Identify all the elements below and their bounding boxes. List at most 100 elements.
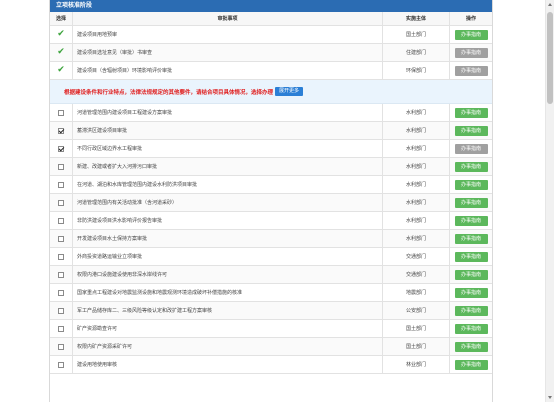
row-checkbox[interactable] [58,235,64,242]
select-cell: ✔ [50,26,73,43]
table-row: 河道管理范围内建设项目工程建设方案审批 水利部门 办事指南 [50,104,492,122]
row-checkbox[interactable] [58,307,64,314]
guide-button[interactable]: 办事指南 [454,65,488,76]
guide-button[interactable]: 办事指南 [454,179,488,190]
table-row: 外商投资道路运输业立项审批 交通部门 办事指南 [50,248,492,266]
operation-cell: 办事指南 [450,26,492,43]
subject-cell: 地震部门 [383,284,450,301]
header-subject: 实施主体 [383,12,450,25]
scroll-down-arrow-icon[interactable] [548,396,552,399]
table-row: 新建、改建或者扩大入河排污口审批 水利部门 办事指南 [50,158,492,176]
guide-button[interactable]: 办事指南 [454,251,488,262]
row-checkbox[interactable] [58,109,64,116]
guide-button[interactable]: 办事指南 [454,341,488,352]
row-checkbox[interactable] [58,343,64,350]
matter-cell: 新建、改建或者扩大入河排污口审批 [73,158,383,175]
operation-cell: 办事指南 [450,230,492,247]
select-cell [50,140,73,157]
table-row: 在河道、湖泊和水库管理范围内建设水利防洪项目审批 水利部门 办事指南 [50,176,492,194]
operation-cell: 办事指南 [450,320,492,337]
row-checkbox[interactable] [58,181,64,188]
row-checkbox[interactable] [58,199,64,206]
table-row: 河道管理范围内有关活动批准（含河道采砂） 水利部门 办事指南 [50,194,492,212]
operation-cell: 办事指南 [450,266,492,283]
matter-cell: 外商投资道路运输业立项审批 [73,248,383,265]
guide-button[interactable]: 办事指南 [454,29,488,40]
vertical-scrollbar[interactable] [545,0,554,402]
required-rows: ✔ 建设项目用地预审 国土部门 办事指南 ✔ 建设项目选址意见（审批）书审查 住建部门 办事指… [50,26,492,80]
guide-button[interactable]: 办事指南 [454,269,488,280]
subject-cell: 环保部门 [383,62,450,79]
guide-button[interactable]: 办事指南 [454,125,488,136]
header-select: 选择 [50,12,73,25]
operation-cell: 办事指南 [450,44,492,61]
subject-cell: 住建部门 [383,44,450,61]
operation-cell: 办事指南 [450,248,492,265]
table-row: ✔ 建设项目用地预审 国土部门 办事指南 [50,26,492,44]
operation-cell: 办事指南 [450,104,492,121]
subject-cell: 水利部门 [383,212,450,229]
guide-button[interactable]: 办事指南 [454,47,488,58]
matter-cell: 河道管理范围内建设项目工程建设方案审批 [73,104,383,121]
matter-cell: 蓄滞洪区建设项目审批 [73,122,383,139]
row-checkbox[interactable] [58,127,64,134]
row-checkbox[interactable] [58,289,64,296]
table-row: 建设用地使用审核 林业部门 办事指南 [50,356,492,374]
check-mark-icon: ✔ [57,29,65,39]
select-cell [50,284,73,301]
subject-cell: 公安部门 [383,302,450,319]
subject-cell: 水利部门 [383,158,450,175]
subject-cell: 水利部门 [383,194,450,211]
subject-cell: 水利部门 [383,140,450,157]
scroll-thumb[interactable] [547,12,553,104]
matter-cell: 权限内港口设施建设使用非深水岸线许可 [73,266,383,283]
guide-button[interactable]: 办事指南 [454,287,488,298]
matter-cell: 矿产资源勘查许可 [73,320,383,337]
operation-cell: 办事指南 [450,284,492,301]
row-checkbox[interactable] [58,361,64,368]
select-cell [50,158,73,175]
subject-cell: 水利部门 [383,104,450,121]
guide-button[interactable]: 办事指南 [454,143,488,154]
row-checkbox[interactable] [58,271,64,278]
guide-button[interactable]: 办事指南 [454,305,488,316]
notice-text: 根据建设条件和行业特点，法律法规规定的其他要件，请结合项目具体情况，选择办理 [64,89,274,96]
guide-button[interactable]: 办事指南 [454,233,488,244]
matter-cell: 军工产品储存库二、三级风险等级认定和改扩建工程方案审核 [73,302,383,319]
header-matter: 审批事项 [73,12,383,25]
check-mark-icon: ✔ [57,47,65,57]
select-cell [50,230,73,247]
scroll-up-arrow-icon[interactable] [548,3,552,6]
guide-button[interactable]: 办事指南 [454,323,488,334]
select-cell [50,302,73,319]
operation-cell: 办事指南 [450,176,492,193]
approval-panel: 立项核准阶段 选择 审批事项 实施主体 操作 ✔ 建设项目用地预审 国土部门 办事指南… [49,0,493,402]
select-cell [50,212,73,229]
guide-button[interactable]: 办事指南 [454,197,488,208]
select-cell: ✔ [50,62,73,79]
row-checkbox[interactable] [58,163,64,170]
row-checkbox[interactable] [58,217,64,224]
guide-button[interactable]: 办事指南 [454,215,488,226]
select-cell [50,320,73,337]
table-row: 不同行政区域边界水工程审批 水利部门 办事指南 [50,140,492,158]
subject-cell: 水利部门 [383,176,450,193]
guide-button[interactable]: 办事指南 [454,107,488,118]
row-checkbox[interactable] [58,325,64,332]
row-checkbox[interactable] [58,253,64,260]
guide-button[interactable]: 办事指南 [454,359,488,370]
table-row: ✔ 建设项目（含辐射项目）环境影响评价审批 环保部门 办事指南 [50,62,492,80]
table-row: 军工产品储存库二、三级风险等级认定和改扩建工程方案审核 公安部门 办事指南 [50,302,492,320]
subject-cell: 国土部门 [383,320,450,337]
operation-cell: 办事指南 [450,212,492,229]
header-operation: 操作 [465,16,476,22]
operation-cell: 办事指南 [450,140,492,157]
expand-more-button[interactable]: 展开更多 [275,87,304,96]
matter-cell: 建设用地使用审核 [73,356,383,373]
select-cell [50,266,73,283]
operation-cell: 办事指南 [450,62,492,79]
guide-button[interactable]: 办事指南 [454,161,488,172]
row-checkbox[interactable] [58,145,64,152]
select-cell [50,104,73,121]
notice-bar: 根据建设条件和行业特点，法律法规规定的其他要件，请结合项目具体情况，选择办理 展… [50,80,492,104]
